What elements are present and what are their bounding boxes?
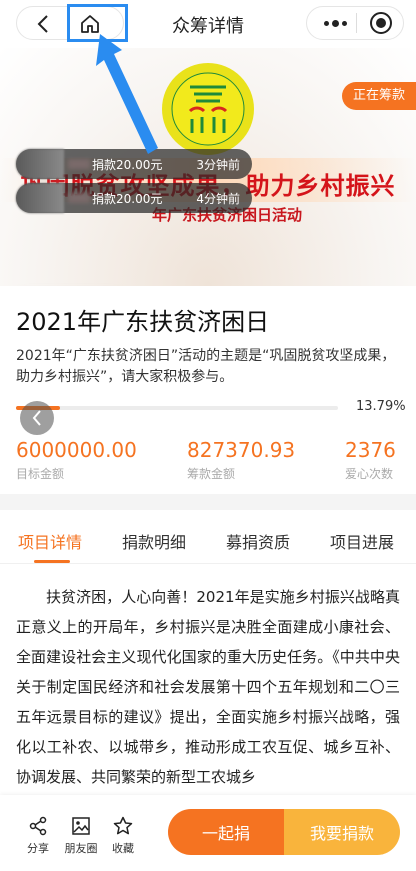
donation-time: 3分钟前 — [196, 157, 240, 172]
status-badge: 正在筹款 — [342, 82, 416, 110]
project-description: 2021年“广东扶贫济困日”活动的主题是“巩固脱贫攻坚成果，助力乡村振兴”，请大… — [16, 348, 396, 385]
more-dots-icon — [323, 20, 329, 26]
top-nav-bar: 众筹详情 — [0, 0, 416, 48]
donor-name-blurred — [68, 193, 90, 203]
tab-project-detail[interactable]: 项目详情 — [18, 529, 82, 553]
share-label: 分享 — [27, 842, 49, 855]
stat-raised-value: 827370.93 — [187, 438, 296, 462]
chevron-left-icon — [32, 410, 41, 426]
donation-ticker-item: 捐款20.00元 4分钟前 — [16, 183, 252, 213]
progress-bar — [16, 406, 338, 410]
article-paragraph: 扶贫济困，人心向善！2021年是实施乡村振兴战略真正意义上的开局年，乡村振兴是决… — [16, 588, 400, 786]
donate-button[interactable]: 我要捐款 — [284, 809, 400, 855]
stat-count-value: 2376 — [345, 438, 396, 462]
donor-name-blurred — [68, 159, 90, 169]
stat-count-label: 爱心次数 — [345, 467, 394, 481]
donor-avatar — [16, 183, 64, 213]
capsule-divider — [356, 13, 357, 33]
star-icon — [112, 815, 134, 837]
tab-qualification[interactable]: 募捐资质 — [226, 529, 290, 553]
project-title: 2021年广东扶贫济困日 — [16, 308, 270, 336]
stat-raised-label: 筹款金额 — [187, 467, 236, 481]
donation-amount: 捐款20.00元 — [92, 191, 163, 206]
arrow-annotation-icon — [96, 34, 158, 154]
favorite-label: 收藏 — [112, 842, 134, 855]
donate-together-button[interactable]: 一起捐 — [168, 809, 284, 855]
donor-avatar — [16, 149, 64, 179]
tab-progress[interactable]: 项目进展 — [330, 529, 394, 553]
moments-button[interactable]: 朋友圈 — [61, 815, 101, 856]
more-dots-icon-end — [341, 20, 347, 26]
stat-target-label: 目标金额 — [16, 467, 65, 481]
moments-label: 朋友圈 — [64, 842, 98, 855]
record-close-icon[interactable] — [370, 12, 392, 34]
tab-active-indicator — [34, 560, 70, 563]
share-button[interactable]: 分享 — [18, 815, 58, 856]
more-button[interactable] — [318, 13, 352, 33]
progress-percent: 13.79% — [356, 399, 406, 414]
donation-time: 4分钟前 — [196, 191, 240, 206]
stat-target-value: 6000000.00 — [16, 438, 137, 462]
favorite-button[interactable]: 收藏 — [103, 815, 143, 856]
moments-image-icon — [70, 815, 92, 837]
detail-tabs: 项目详情 捐款明细 募捐资质 项目进展 — [0, 510, 416, 564]
tab-donation-list[interactable]: 捐款明细 — [122, 529, 186, 553]
section-divider — [0, 494, 416, 510]
more-dots-icon-center — [331, 19, 339, 27]
share-icon — [27, 815, 49, 837]
project-article: 扶贫济困，人心向善！2021年是实施乡村振兴战略真正意义上的开局年，乡村振兴是决… — [16, 582, 400, 792]
carousel-prev-button[interactable] — [20, 401, 54, 435]
